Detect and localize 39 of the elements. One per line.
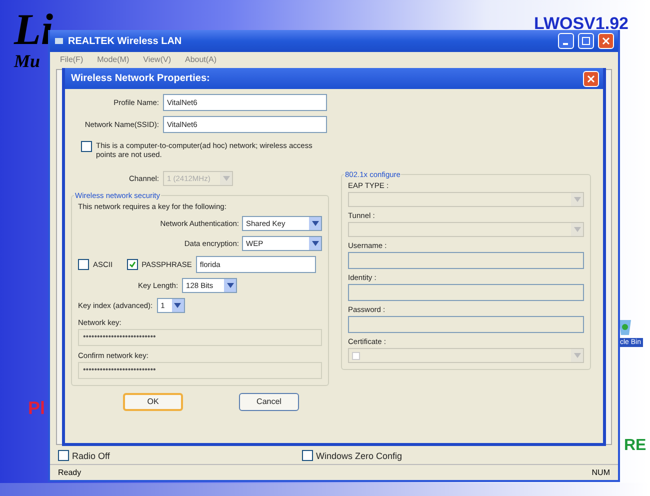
caret-icon [174, 302, 182, 308]
menu-item[interactable]: File(F) [60, 55, 84, 64]
checkbox[interactable] [302, 450, 313, 461]
slide-title: Li [14, 8, 54, 52]
menu-item[interactable]: About(A) [184, 55, 217, 64]
slide-subtitle: Mu [14, 52, 40, 70]
checkbox[interactable] [126, 258, 138, 270]
menu-item[interactable]: View(V) [143, 55, 171, 64]
checkbox[interactable] [81, 141, 92, 152]
close-button[interactable] [598, 33, 614, 49]
close-icon [602, 37, 610, 45]
maximize-button[interactable] [578, 33, 594, 49]
dialog-title: Wireless Network Properties: [71, 73, 211, 84]
window-title: REALTEK Wireless LAN [68, 36, 183, 46]
menu-item[interactable]: Mode(M) [97, 55, 130, 64]
cancel-button[interactable]: Cancel [239, 392, 299, 411]
checkbox-label: Radio Off [72, 450, 110, 460]
slide-text: RE [624, 437, 646, 455]
caret-icon [222, 176, 230, 181]
caret-icon [574, 197, 580, 202]
minimize-button[interactable] [558, 33, 574, 49]
status-text: Ready [58, 468, 82, 477]
checkbox[interactable] [58, 450, 69, 461]
close-button[interactable] [583, 70, 599, 86]
version-label: LWOSV1.92 [534, 14, 628, 34]
recycle-bin-icon[interactable] [618, 318, 632, 336]
certificate-icon [352, 352, 360, 360]
status-text: NUM [592, 468, 610, 477]
caret-icon [312, 240, 318, 246]
caret-icon [574, 353, 580, 358]
slide-text: Pl [28, 398, 46, 419]
checkbox[interactable] [78, 258, 89, 270]
caret-icon [312, 220, 318, 226]
checkbox-label: Windows Zero Config [316, 450, 402, 460]
caret-icon [574, 227, 580, 232]
ok-button[interactable]: OK [123, 392, 183, 411]
close-icon [587, 74, 595, 82]
caret-icon [226, 282, 234, 288]
maximize-icon [582, 37, 590, 45]
